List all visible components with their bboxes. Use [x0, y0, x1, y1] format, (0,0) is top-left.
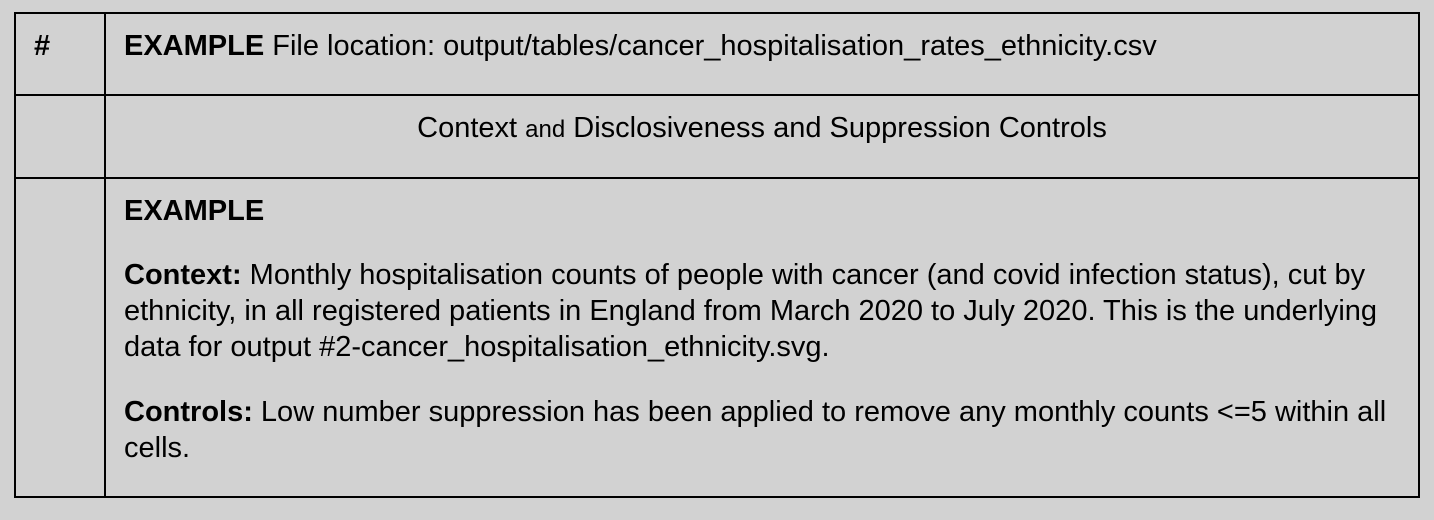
example-bold: EXAMPLE [124, 195, 264, 227]
hash-header: # [15, 13, 105, 95]
table-row: EXAMPLE Context: Monthly hospitalisation… [15, 178, 1419, 498]
example-table: # EXAMPLE File location: output/tables/c… [14, 12, 1420, 498]
file-location-cell: EXAMPLE File location: output/tables/can… [105, 13, 1419, 95]
empty-cell [15, 178, 105, 498]
context-label: Context: [124, 259, 242, 291]
section-title-after: Disclosiveness and Suppression Controls [565, 112, 1107, 144]
example-label: EXAMPLE [124, 30, 264, 62]
document-page: # EXAMPLE File location: output/tables/c… [0, 0, 1434, 498]
hash-symbol: # [34, 30, 50, 62]
controls-label: Controls: [124, 396, 253, 428]
section-title-before: Context [417, 112, 525, 144]
context-paragraph: Context: Monthly hospitalisation counts … [124, 257, 1400, 366]
empty-cell [15, 95, 105, 177]
example-heading: EXAMPLE [124, 193, 1400, 229]
table-row: Context and Disclosiveness and Suppressi… [15, 95, 1419, 177]
controls-paragraph: Controls: Low number suppression has bee… [124, 394, 1400, 467]
table-row: # EXAMPLE File location: output/tables/c… [15, 13, 1419, 95]
context-text: Monthly hospitalisation counts of people… [124, 259, 1377, 364]
file-location-text: File location: output/tables/cancer_hosp… [264, 30, 1157, 62]
controls-text: Low number suppression has been applied … [124, 396, 1386, 464]
section-title-and: and [525, 116, 565, 143]
body-cell: EXAMPLE Context: Monthly hospitalisation… [105, 178, 1419, 498]
section-title-cell: Context and Disclosiveness and Suppressi… [105, 95, 1419, 177]
